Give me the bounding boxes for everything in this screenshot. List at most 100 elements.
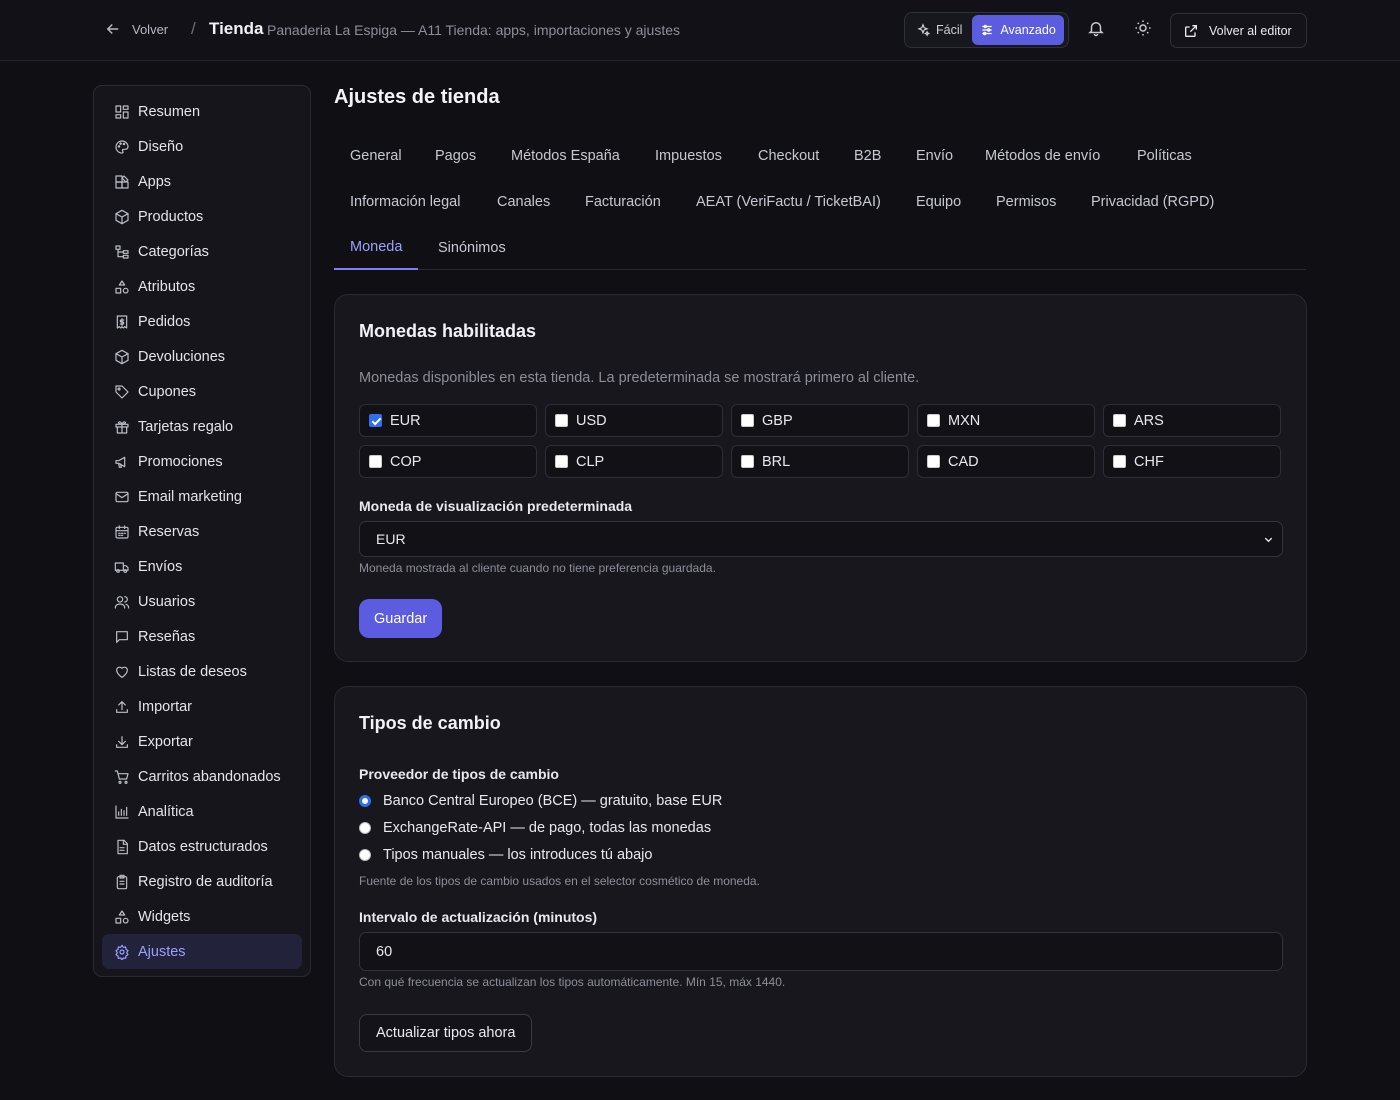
sidebar-item-listas-de-deseos[interactable]: Listas de deseos bbox=[102, 654, 302, 689]
sidebar-item-carritos-abandonados[interactable]: Carritos abandonados bbox=[102, 759, 302, 794]
sidebar-item-label: Cupones bbox=[138, 383, 197, 400]
sidebar-item-apps[interactable]: Apps bbox=[102, 164, 302, 199]
currency-option-chf[interactable]: CHF bbox=[1103, 445, 1281, 478]
tab-permisos[interactable]: Permisos bbox=[980, 179, 1072, 224]
sidebar-item-reservas[interactable]: Reservas bbox=[102, 514, 302, 549]
theme-toggle-button[interactable] bbox=[1134, 19, 1156, 41]
tab-privacidad-rgpd[interactable]: Privacidad (RGPD) bbox=[1075, 179, 1230, 224]
mode-easy-button[interactable]: Fácil bbox=[908, 15, 970, 45]
tab-sinonimos[interactable]: Sinónimos bbox=[422, 225, 522, 270]
provider-hint: Fuente de los tipos de cambio usados en … bbox=[359, 874, 760, 888]
palette-icon bbox=[115, 139, 129, 154]
sidebar-item-diseno[interactable]: Diseño bbox=[102, 129, 302, 164]
tab-pagos[interactable]: Pagos bbox=[419, 133, 492, 178]
tab-envio[interactable]: Envío bbox=[900, 133, 969, 178]
sidebar-item-email-marketing[interactable]: Email marketing bbox=[102, 479, 302, 514]
checkbox[interactable] bbox=[555, 414, 568, 427]
sidebar-item-label: Importar bbox=[138, 698, 192, 715]
currency-code: COP bbox=[390, 453, 422, 470]
sidebar-item-widgets[interactable]: Widgets bbox=[102, 899, 302, 934]
notifications-button[interactable] bbox=[1087, 19, 1109, 41]
sparkles-icon bbox=[917, 23, 930, 37]
tab-general[interactable]: General bbox=[334, 133, 418, 178]
checkbox[interactable] bbox=[741, 414, 754, 427]
sidebar-item-label: Reseñas bbox=[138, 628, 196, 645]
refresh-rates-button[interactable]: Actualizar tipos ahora bbox=[359, 1014, 533, 1052]
currency-option-cop[interactable]: COP bbox=[359, 445, 537, 478]
sidebar-item-usuarios[interactable]: Usuarios bbox=[102, 584, 302, 619]
radio-button[interactable] bbox=[359, 849, 371, 861]
sidebar-item-resenas[interactable]: Reseñas bbox=[102, 619, 302, 654]
mode-advanced-button[interactable]: Avanzado bbox=[972, 15, 1064, 45]
provider-option[interactable]: Banco Central Europeo (BCE) — gratuito, … bbox=[359, 793, 722, 809]
tab-impuestos[interactable]: Impuestos bbox=[639, 133, 738, 178]
save-button[interactable]: Guardar bbox=[359, 599, 443, 638]
checkbox[interactable] bbox=[555, 455, 568, 468]
sidebar-item-cupones[interactable]: Cupones bbox=[102, 374, 302, 409]
sidebar-item-exportar[interactable]: Exportar bbox=[102, 724, 302, 759]
checkbox[interactable] bbox=[1113, 414, 1126, 427]
sidebar-item-importar[interactable]: Importar bbox=[102, 689, 302, 724]
currency-option-brl[interactable]: BRL bbox=[731, 445, 909, 478]
checkbox[interactable] bbox=[369, 414, 382, 427]
checkbox[interactable] bbox=[927, 455, 940, 468]
tab-canales[interactable]: Canales bbox=[481, 179, 566, 224]
sidebar-item-ajustes[interactable]: Ajustes bbox=[102, 934, 302, 969]
checkbox[interactable] bbox=[927, 414, 940, 427]
mode-advanced-label: Avanzado bbox=[1000, 23, 1056, 37]
tab-metodos-espana[interactable]: Métodos España bbox=[495, 133, 636, 178]
default-currency-select[interactable]: EUR bbox=[359, 521, 1283, 557]
sidebar-item-label: Envíos bbox=[138, 558, 183, 575]
checkbox[interactable] bbox=[1113, 455, 1126, 468]
page-section-title: Tienda bbox=[209, 19, 264, 38]
sidebar-item-productos[interactable]: Productos bbox=[102, 199, 302, 234]
interval-input[interactable]: 60 bbox=[359, 932, 1283, 971]
mail-icon bbox=[115, 491, 129, 502]
back-label: Volver bbox=[132, 21, 169, 37]
currency-option-mxn[interactable]: MXN bbox=[917, 404, 1095, 437]
sidebar-item-label: Widgets bbox=[138, 908, 191, 925]
sidebar-item-pedidos[interactable]: Pedidos bbox=[102, 304, 302, 339]
tab-informacion-legal[interactable]: Información legal bbox=[334, 179, 476, 224]
tab-checkout[interactable]: Checkout bbox=[742, 133, 835, 178]
card-description: Monedas disponibles en esta tienda. La p… bbox=[359, 370, 920, 386]
sidebar-item-datos-estructurados[interactable]: Datos estructurados bbox=[102, 829, 302, 864]
sidebar-item-categorias[interactable]: Categorías bbox=[102, 234, 302, 269]
sidebar-item-promociones[interactable]: Promociones bbox=[102, 444, 302, 479]
sidebar-item-label: Categorías bbox=[138, 243, 209, 260]
clipboard-icon bbox=[116, 874, 128, 889]
sidebar-item-analitica[interactable]: Analítica bbox=[102, 794, 302, 829]
back-button[interactable]: Volver bbox=[104, 20, 168, 38]
tab-b2b[interactable]: B2B bbox=[838, 133, 897, 178]
provider-option[interactable]: Tipos manuales — los introduces tú abajo bbox=[359, 847, 652, 863]
radio-button[interactable] bbox=[359, 795, 371, 807]
currency-option-usd[interactable]: USD bbox=[545, 404, 723, 437]
currency-option-ars[interactable]: ARS bbox=[1103, 404, 1281, 437]
sun-icon bbox=[1135, 20, 1151, 36]
tab-facturacion[interactable]: Facturación bbox=[569, 179, 677, 224]
interval-hint: Con qué frecuencia se actualizan los tip… bbox=[359, 975, 786, 989]
sidebar-item-resumen[interactable]: Resumen bbox=[102, 94, 302, 129]
checkbox[interactable] bbox=[741, 455, 754, 468]
tab-aeat-verifactu-ticketbai[interactable]: AEAT (VeriFactu / TicketBAI) bbox=[680, 179, 897, 224]
currency-checkbox-grid: EUR USD GBP MXN ARS COP CLP BRL CAD CHF bbox=[359, 404, 1283, 478]
sidebar-item-registro-de-auditoria[interactable]: Registro de auditoría bbox=[102, 864, 302, 899]
currency-option-clp[interactable]: CLP bbox=[545, 445, 723, 478]
sidebar-item-atributos[interactable]: Atributos bbox=[102, 269, 302, 304]
sidebar-item-envios[interactable]: Envíos bbox=[102, 549, 302, 584]
currency-option-cad[interactable]: CAD bbox=[917, 445, 1095, 478]
tab-equipo[interactable]: Equipo bbox=[900, 179, 977, 224]
currency-code: GBP bbox=[762, 412, 793, 429]
currency-option-gbp[interactable]: GBP bbox=[731, 404, 909, 437]
checkbox[interactable] bbox=[369, 455, 382, 468]
tab-moneda[interactable]: Moneda bbox=[334, 225, 419, 270]
currency-option-eur[interactable]: EUR bbox=[359, 404, 537, 437]
back-to-editor-button[interactable]: Volver al editor bbox=[1170, 13, 1307, 48]
hierarchy-icon bbox=[115, 244, 129, 259]
tab-politicas[interactable]: Políticas bbox=[1121, 133, 1208, 178]
sidebar-item-devoluciones[interactable]: Devoluciones bbox=[102, 339, 302, 374]
tab-metodos-de-envio[interactable]: Métodos de envío bbox=[969, 133, 1116, 178]
radio-button[interactable] bbox=[359, 822, 371, 834]
sidebar-item-tarjetas-regalo[interactable]: Tarjetas regalo bbox=[102, 409, 302, 444]
provider-option[interactable]: ExchangeRate-API — de pago, todas las mo… bbox=[359, 820, 711, 836]
